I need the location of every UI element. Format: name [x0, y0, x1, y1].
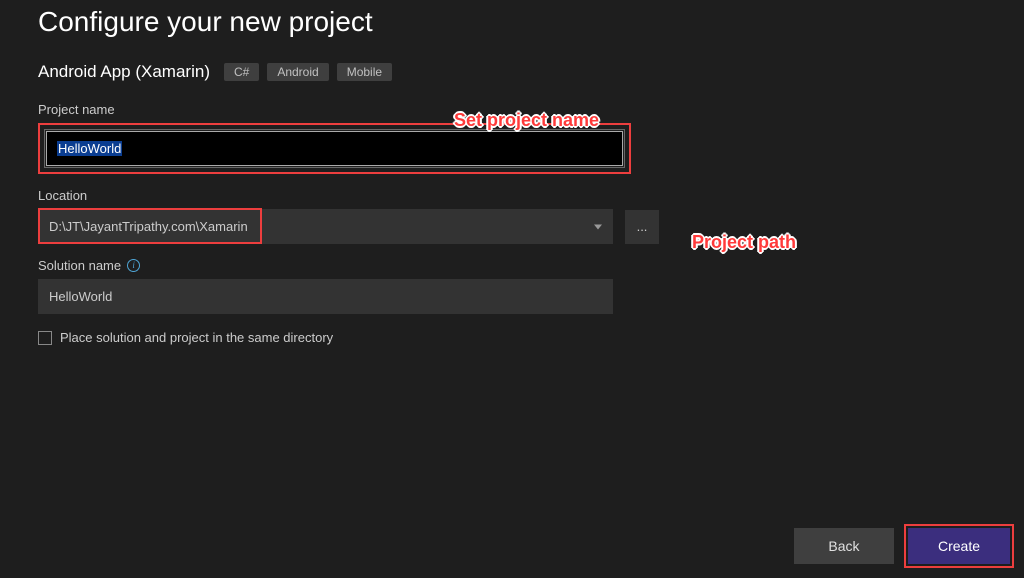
same-directory-checkbox[interactable] [38, 331, 52, 345]
subtitle-row: Android App (Xamarin) C# Android Mobile [38, 62, 986, 82]
location-label: Location [38, 188, 986, 203]
back-button[interactable]: Back [794, 528, 894, 564]
project-template-subtitle: Android App (Xamarin) [38, 62, 210, 82]
chevron-down-icon [594, 224, 602, 229]
tag-android: Android [267, 63, 328, 81]
tag-mobile: Mobile [337, 63, 392, 81]
footer-buttons: Back Create [794, 524, 1014, 568]
same-directory-label: Place solution and project in the same d… [60, 330, 333, 345]
solution-name-label: Solution name i [38, 258, 986, 273]
browse-button[interactable]: ... [625, 210, 659, 244]
location-value: D:\JT\JayantTripathy.com\Xamarin [49, 219, 248, 234]
create-button[interactable]: Create [908, 528, 1010, 564]
project-name-highlight: HelloWorld [38, 123, 631, 174]
page-title: Configure your new project [38, 6, 986, 38]
info-icon[interactable]: i [127, 259, 140, 272]
project-name-label: Project name [38, 102, 986, 117]
tag-csharp: C# [224, 63, 259, 81]
location-dropdown[interactable]: D:\JT\JayantTripathy.com\Xamarin [38, 209, 613, 244]
template-tags: C# Android Mobile [224, 63, 392, 81]
create-button-highlight: Create [904, 524, 1014, 568]
solution-name-input[interactable]: HelloWorld [38, 279, 613, 314]
project-name-input[interactable]: HelloWorld [46, 131, 623, 166]
